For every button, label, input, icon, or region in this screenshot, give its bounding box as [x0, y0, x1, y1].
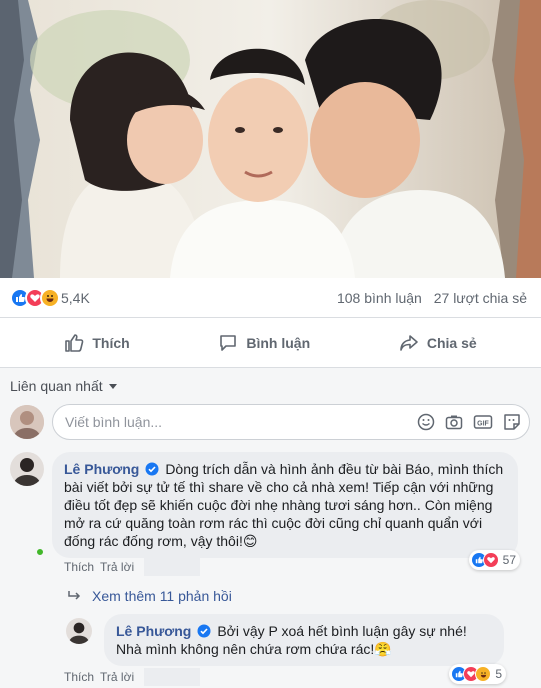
- comment-reaction-count: 57: [502, 553, 516, 567]
- like-button-label: Thích: [92, 334, 130, 351]
- reaction-count: 5,4K: [61, 289, 90, 306]
- online-status-dot: [35, 547, 45, 557]
- thumbs-up-icon: [65, 333, 84, 352]
- reply-item: Lê Phương Bởi vậy P xoá hết bình luận gây…: [66, 614, 506, 684]
- comment-button-label: Bình luận: [246, 334, 311, 351]
- comments-count-link[interactable]: 108 bình luận: [337, 290, 422, 306]
- comment-actions: Thích Trả lời: [64, 558, 206, 576]
- comment-bubble-icon: [220, 334, 237, 351]
- love-icon: [482, 552, 499, 568]
- haha-icon: [475, 666, 492, 682]
- comment-like-link[interactable]: Thích: [64, 560, 94, 574]
- composer-tools: GIF: [407, 413, 521, 431]
- comment-composer: Viết bình luận... GIF: [10, 402, 530, 442]
- reply-author-avatar-wrap: [66, 614, 92, 666]
- comment-author-avatar[interactable]: [10, 452, 44, 486]
- reply-reaction-count: 5: [495, 667, 502, 681]
- reply-author-avatar[interactable]: [66, 618, 92, 644]
- verified-badge-icon: [145, 462, 159, 476]
- comment-button[interactable]: Bình luận: [218, 333, 310, 353]
- haha-icon: [40, 287, 60, 308]
- comment-reply-link[interactable]: Trả lời: [100, 560, 134, 574]
- reaction-icons: [10, 287, 60, 308]
- caret-down-icon: [108, 383, 117, 389]
- comment-item: Lê Phương Dòng trích dẫn và hình ảnh đều …: [10, 452, 520, 570]
- family-photo-illustration: [0, 0, 541, 278]
- comment-input-placeholder: Viết bình luận...: [65, 414, 163, 430]
- reply-reactions[interactable]: 5: [449, 664, 506, 684]
- emoji-icon[interactable]: [417, 413, 435, 431]
- comment-input[interactable]: Viết bình luận... GIF: [52, 404, 530, 440]
- reply-arrow-icon: [68, 591, 81, 600]
- reaction-summary[interactable]: 5,4K: [10, 287, 90, 308]
- comment-sort-dropdown[interactable]: Liên quan nhất: [10, 378, 117, 394]
- comment-bubble: Lê Phương Dòng trích dẫn và hình ảnh đều …: [52, 452, 520, 570]
- post-stats-bar: 5,4K 108 bình luận 27 lượt chia sẻ: [0, 278, 541, 318]
- current-user-avatar: [10, 405, 44, 439]
- sticker-icon[interactable]: [503, 413, 521, 431]
- like-button[interactable]: Thích: [64, 333, 130, 353]
- verified-badge-icon: [197, 624, 211, 638]
- camera-icon[interactable]: [445, 413, 463, 431]
- post-photo[interactable]: [0, 0, 541, 278]
- reply-reply-link[interactable]: Trả lời: [100, 670, 134, 684]
- reply-like-link[interactable]: Thích: [64, 670, 94, 684]
- comments-section: Liên quan nhất Viết bình luận... GIF Lê …: [0, 368, 541, 688]
- reply-author-name[interactable]: Lê Phương: [116, 623, 191, 639]
- comment-author-name[interactable]: Lê Phương: [64, 461, 139, 477]
- comment-reactions[interactable]: 57: [468, 550, 520, 570]
- reply-bubble: Lê Phương Bởi vậy P xoá hết bình luận gây…: [104, 614, 506, 684]
- redacted-timestamp: [144, 668, 201, 686]
- view-more-replies-link[interactable]: Xem thêm 11 phản hồi: [68, 588, 232, 604]
- shares-count-link[interactable]: 27 lượt chia sẻ: [434, 290, 527, 306]
- share-arrow-icon: [400, 334, 418, 351]
- view-more-replies-label: Xem thêm 11 phản hồi: [92, 588, 232, 604]
- share-button-label: Chia sẻ: [426, 334, 477, 351]
- sort-label: Liên quan nhất: [10, 378, 103, 394]
- comment-author-avatar-wrap: [10, 452, 45, 558]
- engagement-counts: 108 bình luận 27 lượt chia sẻ: [329, 290, 527, 306]
- svg-text:GIF: GIF: [477, 421, 489, 428]
- post-actions-bar: Thích Bình luận Chia sẻ: [0, 318, 541, 368]
- share-button[interactable]: Chia sẻ: [399, 333, 477, 353]
- reply-actions: Thích Trả lời: [64, 668, 206, 686]
- redacted-timestamp: [144, 558, 201, 576]
- gif-icon[interactable]: GIF: [473, 413, 493, 431]
